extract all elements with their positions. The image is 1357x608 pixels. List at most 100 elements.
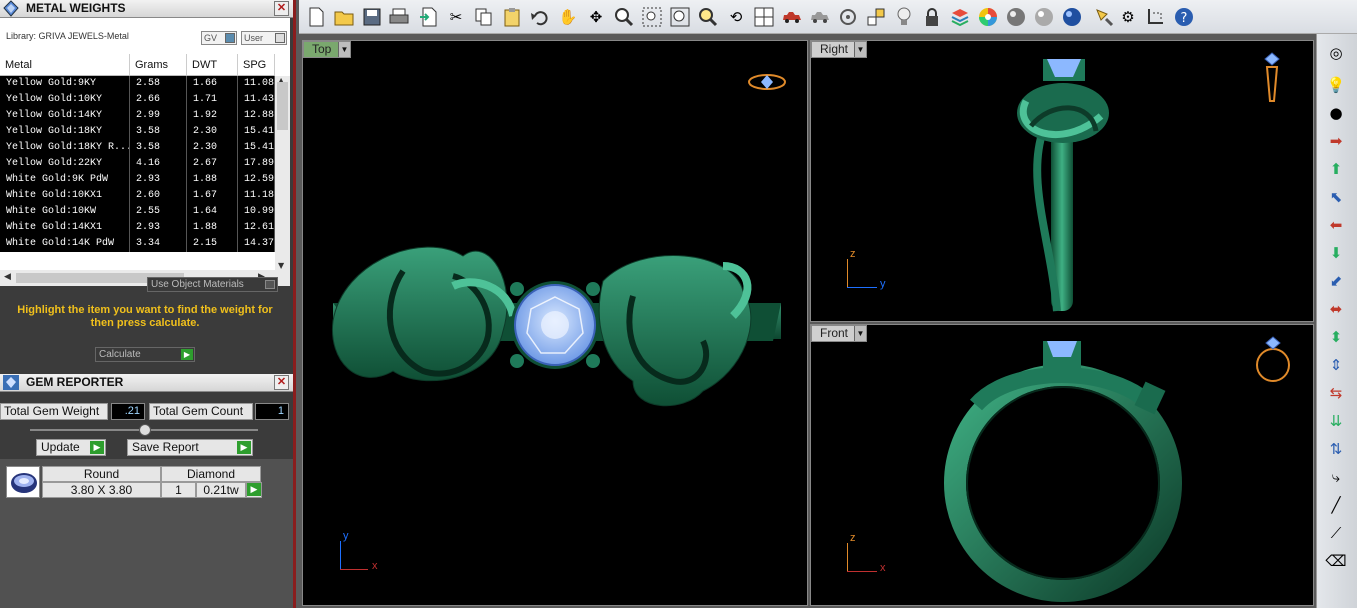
arrow-up-icon[interactable]: ⬆: [1325, 158, 1347, 180]
col-header-grams[interactable]: Grams: [130, 54, 187, 76]
gray-sphere-icon[interactable]: [1033, 6, 1055, 28]
light-bulb-icon[interactable]: 💡: [1325, 74, 1347, 96]
light-icon[interactable]: [893, 6, 915, 28]
col-header-dwt[interactable]: DWT: [187, 54, 238, 76]
metal-name-cell: Yellow Gold:10KY: [0, 92, 130, 108]
color-wheel-icon[interactable]: [977, 6, 999, 28]
arrows-stack-icon[interactable]: ⇕: [1325, 354, 1347, 376]
gv-toggle[interactable]: GV: [201, 31, 237, 45]
scroll-down-icon[interactable]: ▼: [278, 261, 284, 270]
spg-cell: 10.99: [238, 204, 275, 220]
four-views-icon[interactable]: [753, 6, 775, 28]
dwt-cell: 1.71: [187, 92, 238, 108]
save-icon[interactable]: [361, 6, 383, 28]
table-row[interactable]: White Gold:9K PdW 2.93 1.88 12.59: [0, 172, 275, 188]
cut-icon[interactable]: ✂: [445, 6, 467, 28]
blue-sphere-icon[interactable]: [1061, 6, 1083, 28]
open-folder-icon[interactable]: [333, 6, 355, 28]
grams-cell: 2.99: [130, 108, 187, 124]
line-tool-2-icon[interactable]: ⟋: [1325, 522, 1347, 544]
gem-reporter-close-button[interactable]: ✕: [274, 375, 289, 390]
arrow-right-icon[interactable]: ➡: [1325, 130, 1347, 152]
arrows-in-icon[interactable]: ⇅: [1325, 438, 1347, 460]
viewport-front[interactable]: Front ▼ z x: [810, 324, 1314, 606]
ring-top-view: [331, 246, 781, 407]
viewport-right[interactable]: Right ▼ z y: [810, 40, 1314, 322]
camera-target-icon[interactable]: ◎: [1325, 42, 1347, 64]
save-report-button[interactable]: Save Report ▶: [127, 439, 253, 456]
table-vertical-scrollbar[interactable]: ▲ ▼: [275, 76, 290, 270]
spg-cell: 15.41: [238, 124, 275, 140]
zoom-selected-icon[interactable]: [697, 6, 719, 28]
new-file-icon[interactable]: [305, 6, 327, 28]
update-button[interactable]: Update ▶: [36, 439, 106, 456]
arrow-up-left-icon[interactable]: ⬉: [1325, 186, 1347, 208]
calculate-button[interactable]: Calculate ▶: [95, 347, 195, 362]
zoom-extents-icon[interactable]: [669, 6, 691, 28]
layers-icon[interactable]: [949, 6, 971, 28]
gem-detail-button[interactable]: ▶: [246, 482, 262, 498]
table-row[interactable]: White Gold:14KX1 2.93 1.88 12.61: [0, 220, 275, 236]
snap-icon[interactable]: [865, 6, 887, 28]
paste-icon[interactable]: [501, 6, 523, 28]
line-tool-icon[interactable]: ╱: [1325, 494, 1347, 516]
round-gem-icon: [11, 473, 37, 493]
col-header-spg[interactable]: SPG: [238, 54, 275, 76]
copy-icon[interactable]: [473, 6, 495, 28]
gem-thumbnail[interactable]: [6, 466, 40, 498]
scroll-left-icon[interactable]: ◀: [4, 272, 11, 282]
material-sphere-icon[interactable]: [1005, 6, 1027, 28]
pan-icon[interactable]: ✋: [557, 6, 579, 28]
move-icon[interactable]: ✥: [585, 6, 607, 28]
curve-tool-icon[interactable]: ⤷: [1325, 466, 1347, 488]
arrows-vertical-icon[interactable]: ⬍: [1325, 326, 1347, 348]
table-row[interactable]: Yellow Gold:18KY 3.58 2.30 15.41: [0, 124, 275, 140]
arrow-down-icon[interactable]: ⬇: [1325, 242, 1347, 264]
help-icon[interactable]: ?: [1173, 6, 1195, 28]
table-row[interactable]: White Gold:14K PdW 3.34 2.15 14.37: [0, 236, 275, 252]
flashlight-icon[interactable]: [1093, 6, 1115, 28]
shaded-car-icon[interactable]: [809, 6, 831, 28]
table-row[interactable]: White Gold:10KW 2.55 1.64 10.99: [0, 204, 275, 220]
undo-icon[interactable]: [529, 6, 551, 28]
total-gem-count-value: 1: [255, 403, 289, 420]
vertical-scroll-thumb[interactable]: [277, 82, 288, 130]
metal-weights-titlebar[interactable]: METAL WEIGHTS ✕: [0, 0, 293, 18]
metal-weights-close-button[interactable]: ✕: [274, 1, 289, 16]
zoom-in-icon[interactable]: [613, 6, 635, 28]
orbit-icon[interactable]: [837, 6, 859, 28]
update-play-icon: ▶: [90, 441, 104, 454]
settings-gear-icon[interactable]: ⚙: [1117, 6, 1139, 28]
arrows-inward-icon[interactable]: ⇆: [1325, 382, 1347, 404]
eraser-icon[interactable]: ⌫: [1325, 550, 1347, 572]
rotate-view-icon[interactable]: ⟲: [725, 6, 747, 28]
table-row[interactable]: Yellow Gold:14KY 2.99 1.92 12.88: [0, 108, 275, 124]
arrows-horizontal-icon[interactable]: ⬌: [1325, 298, 1347, 320]
lock-icon[interactable]: [921, 6, 943, 28]
arrows-down-stack-icon[interactable]: ⇊: [1325, 410, 1347, 432]
import-icon[interactable]: [417, 6, 439, 28]
table-row[interactable]: Yellow Gold:22KY 4.16 2.67 17.89: [0, 156, 275, 172]
col-header-metal[interactable]: Metal: [0, 54, 130, 76]
use-object-materials-checkbox[interactable]: Use Object Materials: [147, 277, 278, 292]
user-toggle[interactable]: User: [241, 31, 287, 45]
grams-cell: 2.93: [130, 220, 187, 236]
sphere-icon[interactable]: ●: [1325, 102, 1347, 124]
render-car-icon[interactable]: [781, 6, 803, 28]
table-row[interactable]: Yellow Gold:10KY 2.66 1.71 11.43: [0, 92, 275, 108]
table-row[interactable]: White Gold:10KX1 2.60 1.67 11.18: [0, 188, 275, 204]
zoom-window-icon[interactable]: [641, 6, 663, 28]
metal-name-cell: White Gold:14K PdW: [0, 236, 130, 252]
gem-reporter-panel: Total Gem Weight .21 Total Gem Count 1 U…: [0, 392, 293, 608]
table-row[interactable]: Yellow Gold:9KY 2.58 1.66 11.08: [0, 76, 275, 92]
arrow-down-left-icon[interactable]: ⬋: [1325, 270, 1347, 292]
metal-table[interactable]: Metal Grams DWT SPG Yellow Gold:9KY 2.58 1…: [0, 54, 290, 270]
metal-name-cell: White Gold:10KW: [0, 204, 130, 220]
arrow-left-icon[interactable]: ⬅: [1325, 214, 1347, 236]
gem-slider-handle[interactable]: [139, 424, 151, 436]
dimension-icon[interactable]: [1145, 6, 1167, 28]
viewport-top[interactable]: Top ▼ y x: [302, 40, 808, 606]
table-row[interactable]: Yellow Gold:18KY R... 3.58 2.30 15.41: [0, 140, 275, 156]
print-icon[interactable]: [388, 6, 410, 28]
gem-reporter-titlebar[interactable]: GEM REPORTER ✕: [0, 374, 293, 392]
